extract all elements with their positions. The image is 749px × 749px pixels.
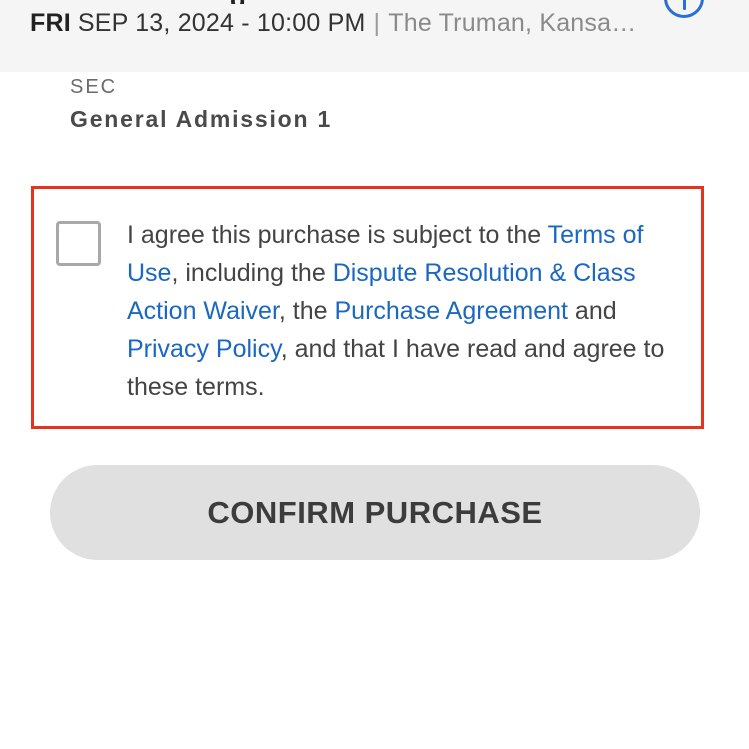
- terms-agreement-box: I agree this purchase is subject to the …: [31, 186, 704, 429]
- section-label: SEC: [70, 76, 118, 98]
- event-day: FRI: [30, 8, 71, 37]
- terms-text-part: and: [567, 297, 617, 325]
- checkout-page: g FRI SEP 13, 2024 - 10:00 PM | The Trum…: [0, 0, 749, 749]
- confirm-purchase-button[interactable]: CONFIRM PURCHASE: [50, 465, 700, 560]
- event-title-text: g: [230, 0, 290, 4]
- event-separator: |: [373, 8, 381, 37]
- event-header: g FRI SEP 13, 2024 - 10:00 PM | The Trum…: [0, 0, 749, 72]
- purchase-agreement-link[interactable]: Purchase Agreement: [335, 297, 568, 325]
- event-details: FRI SEP 13, 2024 - 10:00 PM | The Truman…: [30, 6, 636, 40]
- terms-text-part: , including the: [171, 259, 333, 287]
- event-title: g: [230, 0, 290, 4]
- terms-text-part: I agree this purchase is subject to the: [127, 221, 548, 249]
- section-value: General Admission 1: [70, 106, 333, 132]
- ticket-section: SEC General Admission 1: [70, 74, 332, 133]
- event-datetime: SEP 13, 2024 - 10:00 PM: [77, 8, 366, 37]
- terms-text-part: , the: [278, 297, 335, 325]
- terms-checkbox[interactable]: [56, 221, 101, 266]
- info-icon[interactable]: [664, 0, 704, 18]
- terms-text: I agree this purchase is subject to the …: [127, 216, 695, 406]
- event-venue: The Truman, Kansa…: [388, 8, 637, 37]
- privacy-policy-link[interactable]: Privacy Policy: [127, 335, 281, 363]
